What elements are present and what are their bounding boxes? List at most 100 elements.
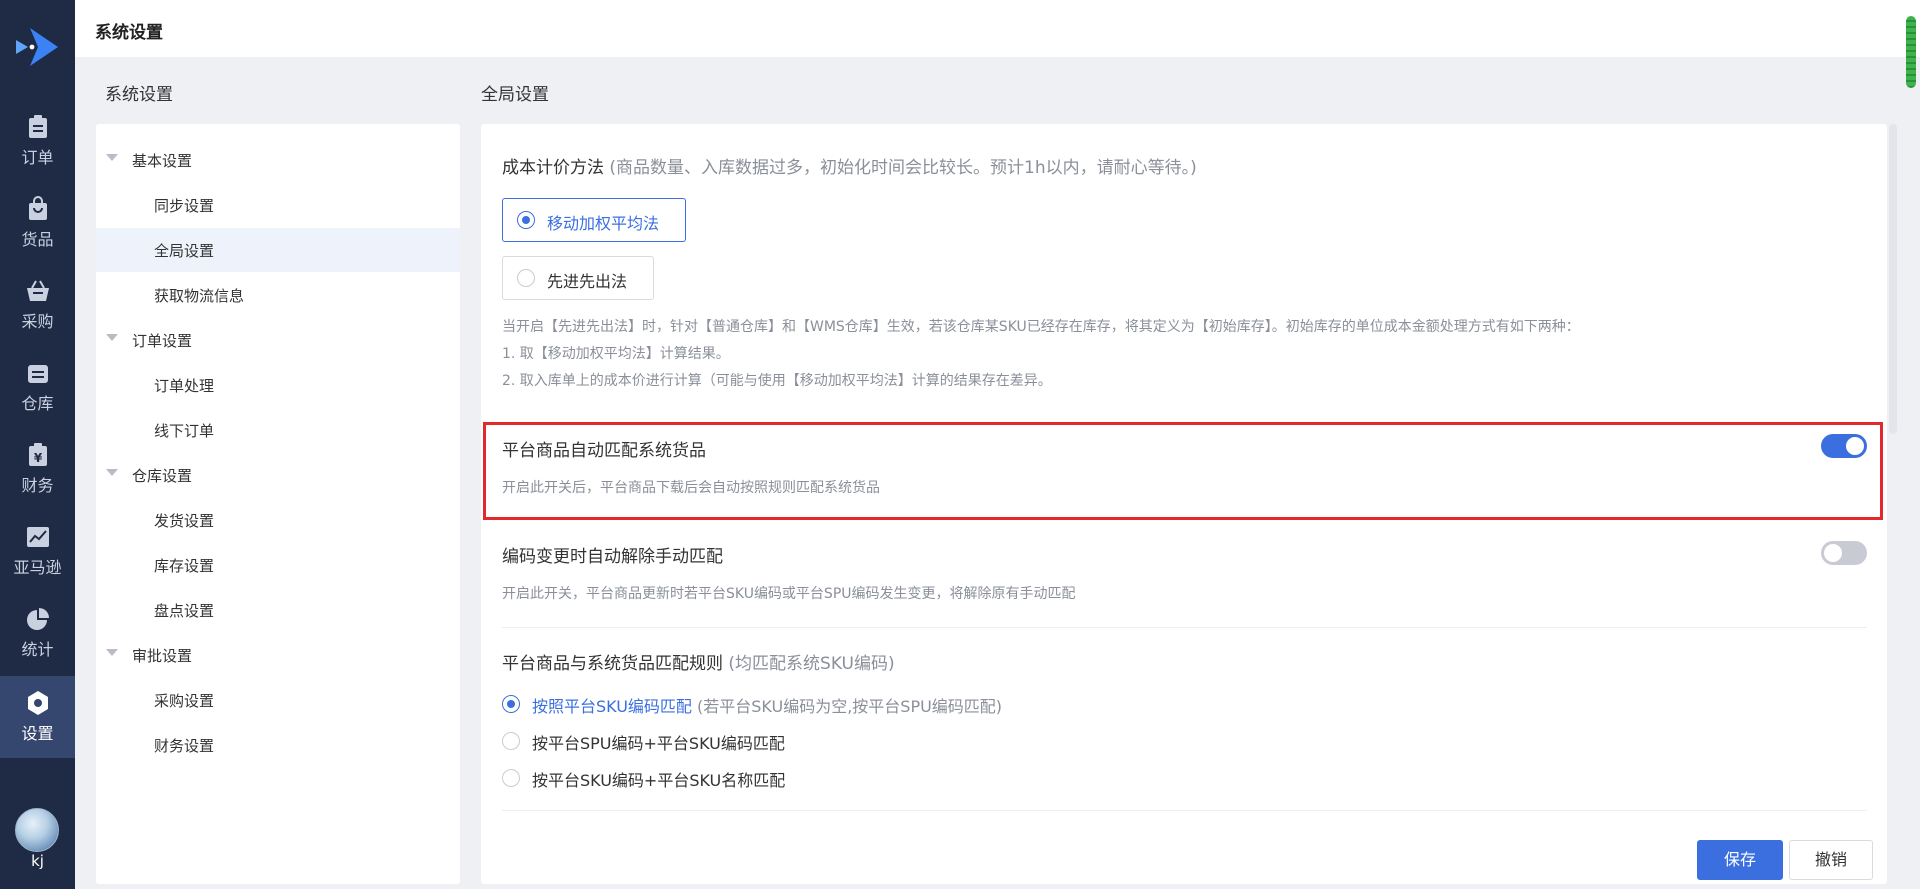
nav-item-finance[interactable]: ¥ 财务: [0, 428, 75, 510]
radio-selected-icon: [502, 695, 520, 713]
section-divider: [502, 810, 1867, 811]
user-avatar[interactable]: [15, 808, 59, 852]
cost-method-note-1: 当开启【先进先出法】时，针对【普通仓库】和【WMS仓库】生效，若该仓库某SKU已…: [502, 319, 1580, 335]
tree-item-logistics[interactable]: 获取物流信息: [96, 273, 460, 317]
settings-tree: 基本设置 同步设置 全局设置 获取物流信息 订单设置 订单处理 线下订单 仓库设…: [96, 124, 460, 884]
amazon-trend-icon: [26, 527, 49, 547]
radio-unselected-icon: [517, 269, 535, 287]
nav-label: 仓库: [21, 394, 54, 413]
tree-item-offline-order[interactable]: 线下订单: [96, 408, 460, 452]
auto-unmatch-toggle[interactable]: [1821, 541, 1867, 565]
tree-group-basic[interactable]: 基本设置: [96, 138, 460, 182]
tree-group-label: 审批设置: [132, 647, 193, 665]
cost-method-title-text: 成本计价方法: [502, 158, 604, 178]
radio-unselected-icon: [502, 769, 520, 787]
auto-match-toggle[interactable]: [1821, 434, 1867, 458]
option-text: 按平台SKU编码+平台SKU名称匹配: [532, 767, 785, 791]
svg-text:¥: ¥: [33, 451, 42, 465]
settings-gear-icon: [27, 691, 48, 715]
top-bar: 系统设置: [75, 0, 1920, 57]
tree-item-order-process[interactable]: 订单处理: [96, 363, 460, 407]
tree-item-label: 采购设置: [154, 692, 215, 710]
tree-item-label: 线下订单: [154, 422, 215, 440]
tree-item-label: 库存设置: [154, 557, 215, 575]
nav-label: 财务: [21, 476, 54, 495]
page-title: 系统设置: [95, 23, 163, 43]
caret-down-icon: [106, 649, 118, 656]
nav-item-amazon[interactable]: 亚马逊: [0, 510, 75, 592]
main-nav: 订单 货品 采购 仓库 ¥ 财务 亚马逊 统计 设置 kj: [0, 0, 75, 889]
tree-group-label: 基本设置: [132, 152, 193, 170]
radio-unselected-icon: [502, 732, 520, 750]
save-button[interactable]: 保存: [1697, 840, 1783, 880]
nav-label: 货品: [21, 230, 54, 249]
tree-item-label: 获取物流信息: [154, 287, 245, 305]
nav-item-purchase[interactable]: 采购: [0, 264, 75, 346]
cancel-button[interactable]: 撤销: [1789, 840, 1873, 880]
user-name: kj: [31, 852, 44, 870]
tree-item-stocktake[interactable]: 盘点设置: [96, 588, 460, 632]
option-label: 先进先出法: [547, 272, 628, 291]
option-label: 移动加权平均法: [547, 214, 660, 233]
settings-tree-heading: 系统设置: [105, 85, 173, 105]
nav-label: 设置: [21, 724, 54, 743]
nav-label: 订单: [21, 148, 54, 167]
nav-label: 统计: [21, 640, 54, 659]
tree-item-finance-approval[interactable]: 财务设置: [96, 723, 460, 767]
toggle-knob: [1824, 544, 1842, 562]
tree-item-purchase-approval[interactable]: 采购设置: [96, 678, 460, 722]
match-rule-title-note: (均匹配系统SKU编码): [728, 654, 895, 674]
tree-item-label: 同步设置: [154, 197, 215, 215]
nav-item-goods[interactable]: 货品: [0, 182, 75, 264]
option-text: 按照平台SKU编码匹配 (若平台SKU编码为空,按平台SPU编码匹配): [532, 693, 1002, 717]
goods-bag-icon: [28, 196, 47, 220]
section-divider: [502, 627, 1867, 628]
cost-method-option-fifo[interactable]: 先进先出法: [502, 256, 654, 300]
auto-unmatch-title: 编码变更时自动解除手动匹配: [502, 547, 723, 567]
tree-item-sync[interactable]: 同步设置: [96, 183, 460, 227]
global-settings-heading: 全局设置: [481, 85, 549, 105]
finance-yen-icon: ¥: [28, 443, 47, 466]
panel-scrollbar[interactable]: [1889, 124, 1897, 434]
cost-method-note-2: 1. 取【移动加权平均法】计算结果。: [502, 346, 730, 362]
tree-item-label: 盘点设置: [154, 602, 215, 620]
tree-group-order[interactable]: 订单设置: [96, 318, 460, 362]
tree-group-label: 订单设置: [132, 332, 193, 350]
option-label: 按平台SPU编码+平台SKU编码匹配: [532, 734, 785, 753]
auto-match-desc: 开启此开关后，平台商品下载后会自动按照规则匹配系统货品: [502, 480, 880, 496]
auto-unmatch-desc: 开启此开关，平台商品更新时若平台SKU编码或平台SPU编码发生变更，将解除原有手…: [502, 586, 1076, 602]
cost-method-note-3: 2. 取入库单上的成本价进行计算（可能与使用【移动加权平均法】计算的结果存在差异…: [502, 373, 1052, 389]
tree-group-warehouse[interactable]: 仓库设置: [96, 453, 460, 497]
cost-method-option-weighted-average[interactable]: 移动加权平均法: [502, 198, 686, 242]
tree-item-label: 全局设置: [154, 242, 215, 260]
page-scroll-indicator[interactable]: [1906, 16, 1916, 88]
tree-group-approval[interactable]: 审批设置: [96, 633, 460, 677]
tree-item-label: 订单处理: [154, 377, 215, 395]
stats-pie-icon: [26, 608, 49, 630]
nav-item-settings[interactable]: 设置: [0, 676, 75, 758]
cost-method-title: 成本计价方法 (商品数量、入库数据过多，初始化时间会比较长。预计1h以内，请耐心…: [502, 153, 1197, 178]
caret-down-icon: [106, 154, 118, 161]
match-rule-title: 平台商品与系统货品匹配规则 (均匹配系统SKU编码): [502, 649, 895, 674]
option-text: 按平台SPU编码+平台SKU编码匹配: [532, 730, 785, 754]
option-sublabel: (若平台SKU编码为空,按平台SPU编码匹配): [697, 697, 1003, 716]
nav-item-warehouse[interactable]: 仓库: [0, 346, 75, 428]
tree-item-label: 财务设置: [154, 737, 215, 755]
nav-item-orders[interactable]: 订单: [0, 100, 75, 182]
purchase-basket-icon: [26, 280, 49, 301]
order-clipboard-icon: [28, 115, 47, 138]
caret-down-icon: [106, 469, 118, 476]
tree-item-inventory[interactable]: 库存设置: [96, 543, 460, 587]
nav-label: 亚马逊: [13, 558, 62, 577]
tree-group-label: 仓库设置: [132, 467, 193, 485]
nav-label: 采购: [21, 312, 54, 331]
nav-item-stats[interactable]: 统计: [0, 592, 75, 674]
app-logo-icon[interactable]: [12, 22, 62, 72]
match-rule-title-text: 平台商品与系统货品匹配规则: [502, 654, 723, 674]
auto-match-title: 平台商品自动匹配系统货品: [502, 441, 706, 461]
tree-item-shipping[interactable]: 发货设置: [96, 498, 460, 542]
tree-item-global[interactable]: 全局设置: [96, 228, 460, 272]
tree-item-label: 发货设置: [154, 512, 215, 530]
caret-down-icon: [106, 334, 118, 341]
option-label: 按照平台SKU编码匹配: [532, 697, 692, 716]
